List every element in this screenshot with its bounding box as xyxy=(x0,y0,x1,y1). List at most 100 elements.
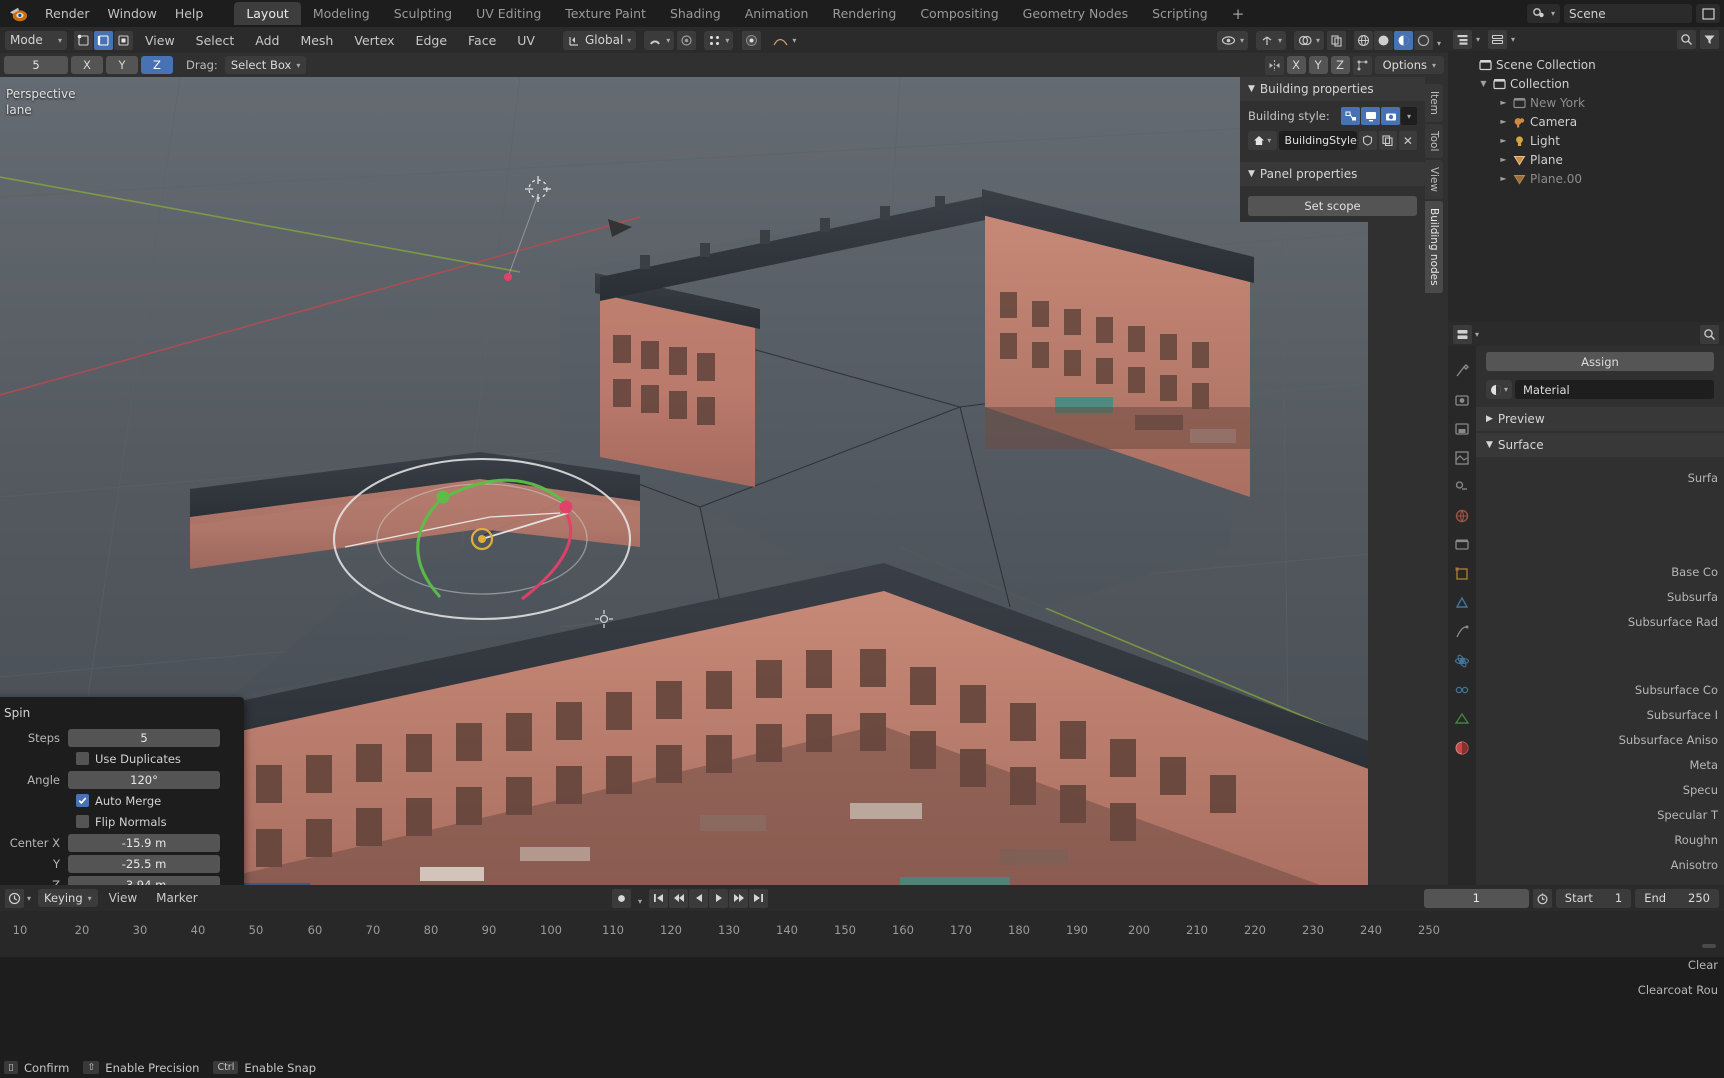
timeline-menu-view[interactable]: View xyxy=(101,889,145,907)
timeline-menu-marker[interactable]: Marker xyxy=(148,889,205,907)
current-frame-field[interactable]: 1 xyxy=(1423,888,1529,908)
workspace-tab-compositing[interactable]: Compositing xyxy=(908,2,1010,25)
vertex-select-mode-button[interactable] xyxy=(74,30,93,50)
disclosure-triangle[interactable]: ► xyxy=(1498,174,1509,183)
disclosure-triangle[interactable]: ► xyxy=(1498,155,1509,164)
modifier-tab-icon[interactable] xyxy=(1453,594,1471,612)
timeline-editor-type-button[interactable] xyxy=(5,888,24,908)
disclosure-triangle[interactable]: ► xyxy=(1498,136,1509,145)
properties-search-button[interactable] xyxy=(1700,324,1719,344)
proportional-edit-button[interactable] xyxy=(677,30,697,50)
timeline-ruler[interactable]: 10 20 30 40 50 60 70 80 90 100 110 120 1… xyxy=(0,911,1724,957)
properties-editor-type-button[interactable] xyxy=(1453,324,1472,344)
viewport-menu-edge[interactable]: Edge xyxy=(407,31,456,50)
building-style-dropdown-button[interactable]: ▾ xyxy=(1401,107,1417,125)
center-z-field[interactable]: -3.94 m xyxy=(68,875,220,885)
proportional-falloff-button[interactable] xyxy=(742,30,762,50)
constraints-tab-icon[interactable] xyxy=(1453,681,1471,699)
duplicate-icon[interactable] xyxy=(1378,131,1397,150)
n-panel-tab-building-nodes[interactable]: Building nodes xyxy=(1425,201,1443,293)
angle-value-field[interactable]: 120° xyxy=(68,770,220,789)
jump-to-start-button[interactable] xyxy=(649,888,669,908)
workspace-tab-uv-editing[interactable]: UV Editing xyxy=(464,2,553,25)
disclosure-triangle[interactable]: ► xyxy=(1498,117,1509,126)
transform-orientation-selector[interactable]: Global ▾ xyxy=(563,30,637,50)
use-preview-range-button[interactable] xyxy=(1532,888,1552,908)
steps-field[interactable]: 5 xyxy=(4,56,68,74)
blender-logo-icon[interactable] xyxy=(8,5,30,23)
shading-material-preview-button[interactable] xyxy=(1393,30,1413,50)
viewport-menu-view[interactable]: View xyxy=(136,31,184,50)
outliner-filter-button[interactable] xyxy=(1700,29,1719,49)
tool-tab-icon[interactable] xyxy=(1453,362,1471,380)
outliner-item-new-york[interactable]: ► New York xyxy=(1448,93,1724,112)
data-tab-icon[interactable] xyxy=(1453,710,1471,728)
n-panel-tab-item[interactable]: Item xyxy=(1425,84,1443,122)
next-keyframe-button[interactable] xyxy=(729,888,749,908)
panel-properties-section-header[interactable]: ▼ Panel properties xyxy=(1240,162,1425,186)
timeline-scrollbar[interactable] xyxy=(1702,941,1716,951)
axis-y-button[interactable]: Y xyxy=(106,56,138,74)
mirror-z-button[interactable]: Z xyxy=(1330,56,1350,74)
menu-window[interactable]: Window xyxy=(99,3,166,24)
viewport-menu-mesh[interactable]: Mesh xyxy=(291,31,342,50)
shading-wireframe-button[interactable] xyxy=(1353,30,1373,50)
mirror-x-button[interactable]: X xyxy=(1286,56,1306,74)
n-panel-tab-tool[interactable]: Tool xyxy=(1425,123,1443,159)
material-name-field[interactable]: Material xyxy=(1515,380,1714,399)
shading-dropdown-button[interactable]: ▾ xyxy=(1434,31,1444,50)
menu-help[interactable]: Help xyxy=(166,3,213,24)
outliner-item-scene-collection[interactable]: Scene Collection xyxy=(1448,55,1724,74)
snap-to-button[interactable]: ▾ xyxy=(704,30,734,50)
play-reverse-button[interactable] xyxy=(689,888,709,908)
view-layer-button[interactable] xyxy=(1696,4,1720,23)
workspace-tab-layout[interactable]: Layout xyxy=(234,2,301,25)
overlays-toggle-button[interactable]: ▾ xyxy=(1293,30,1324,50)
object-tab-icon[interactable] xyxy=(1453,565,1471,583)
axis-x-button[interactable]: X xyxy=(71,56,103,74)
outliner-item-light[interactable]: ► Light xyxy=(1448,131,1724,150)
workspace-tab-rendering[interactable]: Rendering xyxy=(820,2,908,25)
filter-display-icon[interactable] xyxy=(1361,107,1380,125)
drag-mode-selector[interactable]: Select Box ▾ xyxy=(224,56,307,74)
visibility-button[interactable]: ▾ xyxy=(1216,30,1248,50)
scene-name-field[interactable]: Scene xyxy=(1564,4,1692,23)
center-y-field[interactable]: -25.5 m xyxy=(68,854,220,873)
end-frame-field[interactable]: End 250 xyxy=(1635,888,1719,908)
set-scope-button[interactable]: Set scope xyxy=(1248,196,1417,216)
outliner-item-collection[interactable]: ▼ Collection xyxy=(1448,74,1724,93)
workspace-tab-animation[interactable]: Animation xyxy=(733,2,821,25)
mirror-button[interactable] xyxy=(1264,55,1284,75)
add-workspace-button[interactable]: + xyxy=(1220,5,1257,23)
start-frame-field[interactable]: Start 1 xyxy=(1555,888,1632,908)
workspace-tab-sculpting[interactable]: Sculpting xyxy=(382,2,464,25)
assign-material-button[interactable]: Assign xyxy=(1486,352,1714,371)
scene-tab-icon[interactable] xyxy=(1453,478,1471,496)
physics-tab-icon[interactable] xyxy=(1453,652,1471,670)
mode-selector[interactable]: Mode ▾ xyxy=(5,30,67,50)
operator-row-flip-normals[interactable]: Flip Normals xyxy=(0,812,244,831)
building-properties-section-header[interactable]: ▼ Building properties xyxy=(1240,77,1425,101)
options-button[interactable]: Options ▾ xyxy=(1374,56,1444,74)
menu-render[interactable]: Render xyxy=(36,3,99,24)
operator-row-use-duplicates[interactable]: Use Duplicates xyxy=(0,749,244,768)
unlink-close-icon[interactable]: ✕ xyxy=(1398,131,1417,150)
face-select-mode-button[interactable] xyxy=(114,30,133,50)
disclosure-triangle[interactable]: ▼ xyxy=(1478,79,1489,88)
viewport-menu-face[interactable]: Face xyxy=(459,31,505,50)
surface-section-header[interactable]: ▼ Surface xyxy=(1476,433,1724,457)
outliner-item-camera[interactable]: ► Camera xyxy=(1448,112,1724,131)
3d-viewport[interactable]: Perspective lane Z Y X xyxy=(0,77,1448,885)
material-browse-button[interactable]: ▾ xyxy=(1486,380,1512,399)
auto-keying-dropdown[interactable]: ▾ xyxy=(634,889,646,908)
n-panel-tab-view[interactable]: View xyxy=(1425,160,1443,200)
spin-operator-panel[interactable]: Spin Steps 5 Use Duplicates Angle 120° A… xyxy=(0,697,244,885)
filter-nodes-icon[interactable] xyxy=(1341,107,1360,125)
viewport-menu-uv[interactable]: UV xyxy=(508,31,544,50)
xray-toggle-button[interactable] xyxy=(1326,30,1346,50)
jump-to-end-button[interactable] xyxy=(749,888,769,908)
snap-magnet-button[interactable]: ▾ xyxy=(644,30,675,50)
shading-solid-button[interactable] xyxy=(1373,30,1393,50)
collection-tab-icon[interactable] xyxy=(1453,536,1471,554)
building-style-browse-button[interactable]: ▾ xyxy=(1248,131,1277,150)
